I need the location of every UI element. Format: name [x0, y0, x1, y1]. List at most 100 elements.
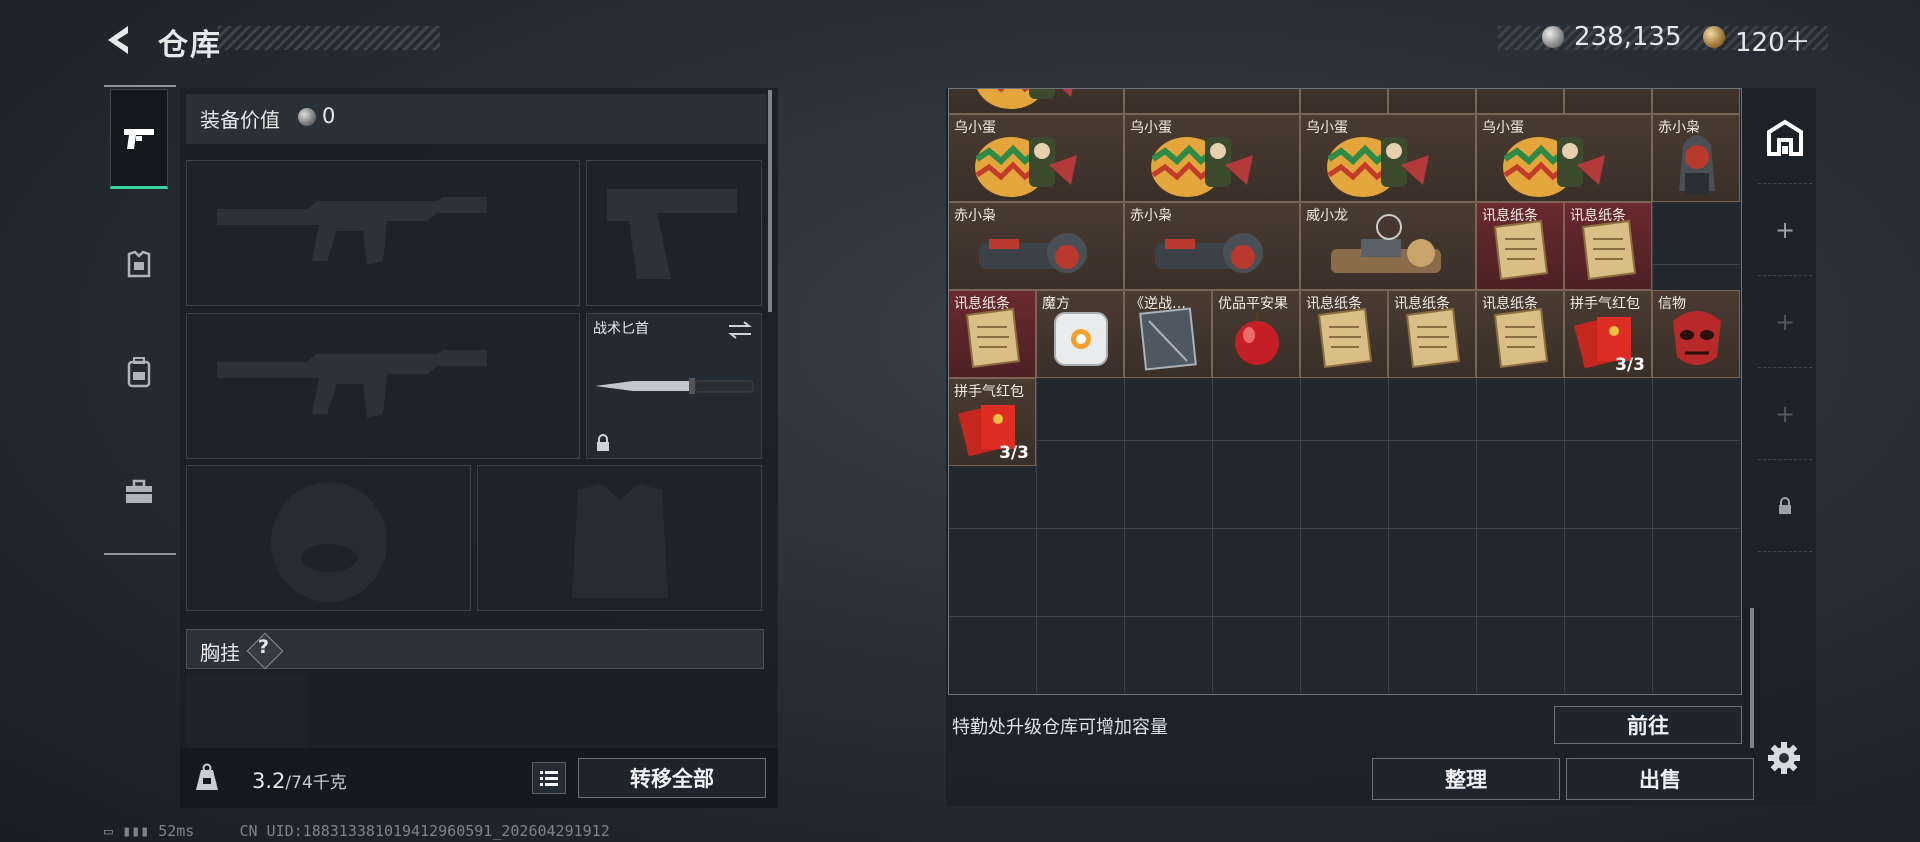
vest-silhouette-icon — [572, 484, 668, 598]
item-name: 赤小枭 — [954, 208, 996, 224]
secondary-weapon-slot[interactable] — [186, 313, 580, 459]
plus-icon: + — [1774, 307, 1796, 336]
gold-coin-amount[interactable]: 120＋ — [1735, 22, 1811, 59]
tab-weapons[interactable] — [110, 89, 168, 189]
egg-small-icon — [1389, 88, 1476, 114]
tab-backpack[interactable] — [110, 322, 168, 422]
tab-armor[interactable] — [110, 215, 168, 315]
item-name: 威小龙 — [1306, 208, 1348, 224]
inventory-item[interactable]: 讯息纸条 — [1476, 290, 1564, 378]
item-name: 乌小蛋 — [1306, 120, 1348, 136]
gold-coin-icon — [1703, 26, 1725, 48]
list-icon — [540, 771, 558, 786]
inventory-item[interactable]: 乌小蛋 — [1300, 114, 1476, 202]
tab-toolbox[interactable] — [110, 442, 168, 542]
inventory-item[interactable] — [1564, 88, 1652, 114]
inventory-item[interactable] — [1300, 88, 1388, 114]
knife-label: 战术匕首 — [593, 321, 649, 337]
plus-icon: + — [1774, 215, 1796, 244]
rifle-silhouette-icon — [217, 350, 487, 418]
transfer-all-button[interactable]: 转移全部 — [578, 758, 766, 798]
inventory-item[interactable]: 信物 — [1652, 290, 1740, 378]
inventory-item[interactable]: 讯息纸条 — [1564, 202, 1652, 290]
inventory-item[interactable]: 讯息纸条 — [1388, 290, 1476, 378]
chest-rig-slot[interactable] — [186, 674, 308, 754]
armor-icon — [127, 250, 151, 278]
inventory-item[interactable]: 拼手气红包 3/3 — [1564, 290, 1652, 378]
item-name: 《逆战… — [1130, 296, 1186, 312]
weight-icon — [196, 763, 218, 790]
status-bar: ▭ ▮▮▮ 52ms CN UID:1883133810194129605​91… — [104, 822, 610, 840]
pistol-icon — [124, 129, 154, 149]
plate-icon — [1125, 88, 1300, 114]
egg-small-icon — [1653, 88, 1740, 114]
back-arrow-icon[interactable] — [100, 20, 140, 60]
plus-icon: + — [1774, 399, 1796, 428]
item-count: 3/3 — [1615, 355, 1645, 375]
backpack-icon — [127, 357, 151, 388]
equipment-value: 0 — [322, 104, 336, 128]
tab-locked-warehouse[interactable] — [1758, 460, 1812, 552]
knife-slot[interactable]: 战术匕首 — [586, 313, 762, 459]
inventory-item[interactable]: 赤小枭 — [1652, 114, 1740, 202]
inventory-grid[interactable]: 乌小蛋乌小蛋乌小蛋乌小蛋乌小蛋赤小枭赤小枭赤小枭威小龙讯息纸条讯息纸条讯息纸条魔… — [948, 88, 1740, 693]
inventory-item[interactable] — [1652, 88, 1740, 114]
item-name: 乌小蛋 — [1130, 120, 1172, 136]
inventory-item[interactable]: 《逆战… — [1124, 290, 1212, 378]
inventory-item[interactable]: 威小龙 — [1300, 202, 1476, 290]
inventory-item[interactable]: 讯息纸条 — [948, 290, 1036, 378]
item-name: 讯息纸条 — [1482, 208, 1538, 224]
item-name: 讯息纸条 — [1570, 208, 1626, 224]
equipment-category-tabs — [104, 85, 176, 555]
rifle-silhouette-icon — [217, 197, 487, 265]
sell-button[interactable]: 出售 — [1566, 758, 1754, 800]
lock-icon — [597, 434, 609, 451]
primary-weapon-slot[interactable] — [186, 160, 580, 306]
item-name: 赤小枭 — [1658, 120, 1700, 136]
inventory-item[interactable]: 魔方 — [1036, 290, 1124, 378]
inventory-item[interactable]: 乌小蛋 — [948, 114, 1124, 202]
inventory-item[interactable]: 乌小蛋 — [1476, 114, 1652, 202]
tab-add-warehouse-2[interactable]: + — [1758, 276, 1812, 368]
list-view-button[interactable] — [532, 762, 566, 794]
swap-icon[interactable] — [727, 320, 753, 340]
item-name: 乌小蛋 — [1482, 120, 1524, 136]
weight-readout: 3.2/74千克 — [252, 768, 347, 793]
inventory-item[interactable]: 讯息纸条 — [1476, 202, 1564, 290]
item-name: 信物 — [1658, 296, 1686, 312]
inventory-item[interactable]: 优品平安果 — [1212, 290, 1300, 378]
ping-readout: 52ms — [158, 822, 195, 840]
inventory-item[interactable]: 乌小蛋 — [1124, 114, 1300, 202]
title-decoration — [218, 26, 440, 50]
pistol-slot[interactable] — [586, 160, 762, 306]
tab-add-warehouse-3[interactable]: + — [1758, 368, 1812, 460]
help-icon: ? — [258, 636, 270, 658]
egg-small-icon — [1477, 88, 1564, 114]
inventory-item[interactable]: 乌小蛋 — [948, 88, 1124, 114]
inventory-item[interactable] — [1124, 88, 1300, 114]
item-name: 乌小蛋 — [954, 120, 996, 136]
sort-button[interactable]: 整理 — [1372, 758, 1560, 800]
inventory-item[interactable]: 赤小枭 — [948, 202, 1124, 290]
warehouse-scrollbar[interactable] — [1750, 608, 1754, 748]
tab-add-warehouse-1[interactable]: + — [1758, 184, 1812, 276]
pistol-silhouette-icon — [607, 189, 737, 279]
silver-coin-amount: 238,135 — [1574, 22, 1682, 52]
tab-main-warehouse[interactable] — [1758, 92, 1812, 184]
inventory-item[interactable]: 讯息纸条 — [1300, 290, 1388, 378]
item-count: 3/3 — [999, 443, 1029, 463]
inventory-item[interactable] — [1388, 88, 1476, 114]
silver-coin-icon — [1542, 26, 1564, 48]
inventory-item[interactable]: 赤小枭 — [1124, 202, 1300, 290]
equipment-scrollbar[interactable] — [768, 90, 772, 312]
item-name: 魔方 — [1042, 296, 1070, 312]
helmet-slot[interactable] — [186, 465, 471, 611]
body-armor-slot[interactable] — [477, 465, 762, 611]
settings-gear-icon[interactable] — [1766, 740, 1802, 776]
inventory-item[interactable] — [1476, 88, 1564, 114]
inventory-item[interactable]: 拼手气红包 3/3 — [948, 378, 1036, 466]
item-name: 拼手气红包 — [1570, 296, 1640, 312]
egg-small-icon — [1301, 88, 1388, 114]
item-name: 讯息纸条 — [954, 296, 1010, 312]
goto-button[interactable]: 前往 — [1554, 706, 1742, 744]
